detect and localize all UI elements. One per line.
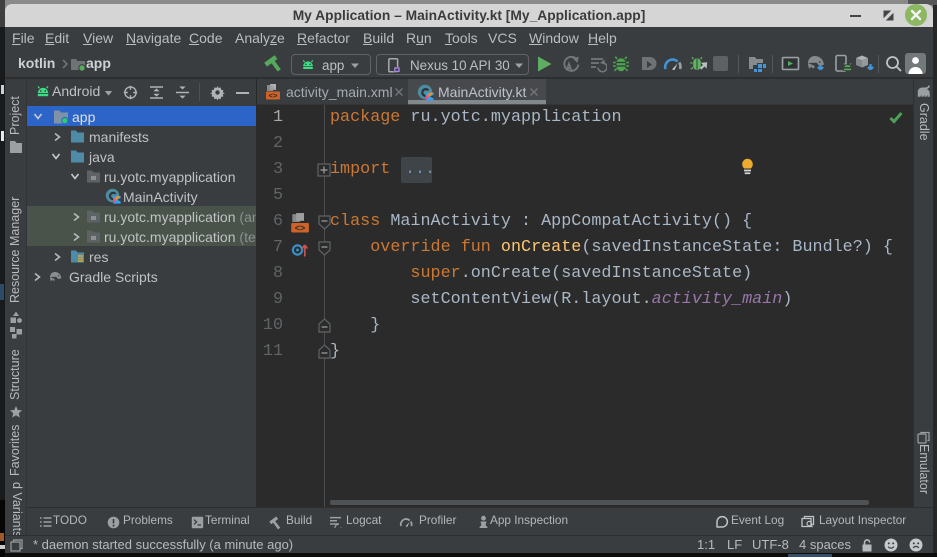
svg-text:<>: <>	[268, 93, 278, 100]
svg-text:<>: <>	[295, 224, 306, 233]
